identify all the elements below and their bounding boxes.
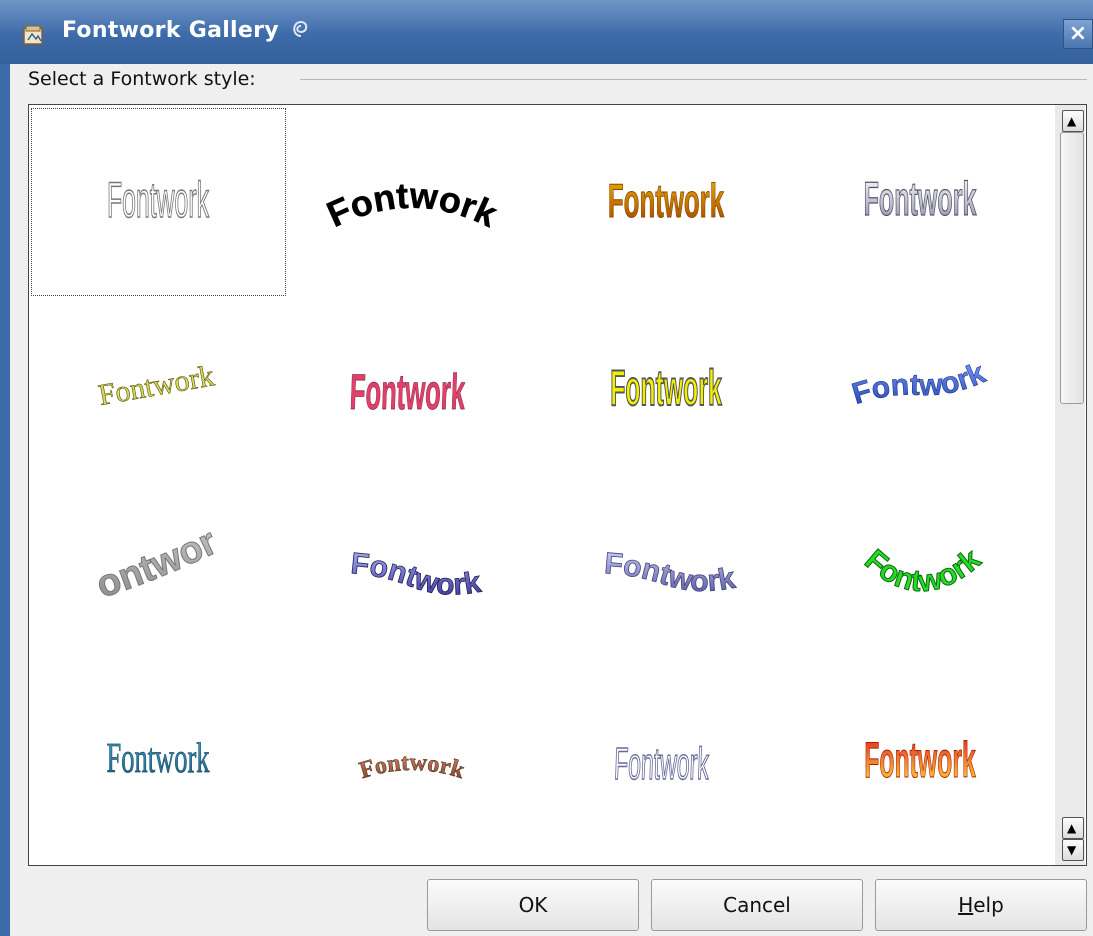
close-icon: × bbox=[1068, 21, 1088, 46]
fontwork-style-brown-arch[interactable]: Fontwork bbox=[286, 667, 539, 853]
fontwork-sample-text: Fontwork bbox=[848, 356, 990, 410]
fontwork-sample-text: Fontwork bbox=[357, 750, 468, 785]
fontwork-preview-silver-3d: Fontwork bbox=[863, 173, 977, 227]
cancel-button-label: Cancel bbox=[723, 893, 791, 917]
fontwork-sample-text: Fontwork bbox=[32, 481, 223, 607]
fontwork-sample-text: Fontwork bbox=[603, 547, 738, 598]
fontwork-preview-teal-serif: Fontwork bbox=[106, 733, 210, 782]
fontwork-sample-text: Fontwork bbox=[864, 733, 976, 789]
fontwork-preview-gold-gradient: Fontwork bbox=[608, 174, 725, 228]
window-title: Fontwork Gallery bbox=[62, 18, 279, 43]
fontwork-preview-arch-black: Fontwork bbox=[320, 174, 505, 235]
scroll-down-button[interactable]: ▼ bbox=[1062, 839, 1084, 861]
fontwork-style-green-arc[interactable]: Fontwork bbox=[794, 481, 1047, 667]
fontwork-sample-text: Fontwork bbox=[349, 547, 483, 602]
fontwork-style-pink-perspective[interactable]: Fontwork bbox=[286, 295, 539, 481]
fontwork-style-blue-wave[interactable]: Fontwork bbox=[794, 295, 1047, 481]
fontwork-style-silver-3d[interactable]: Fontwork bbox=[794, 109, 1047, 295]
fontwork-style-violet-wave[interactable]: Fontwork bbox=[286, 481, 539, 667]
window-frame-edge bbox=[0, 64, 10, 936]
help-button[interactable]: Help bbox=[875, 879, 1087, 931]
fontwork-preview-green-arc: Fontwork bbox=[858, 542, 988, 600]
fontwork-style-grey-extrude[interactable]: Fontwork bbox=[32, 481, 285, 667]
fontwork-preview-outline-plain: Fontwork bbox=[106, 172, 209, 229]
fontwork-sample-text: Fontwork bbox=[349, 365, 467, 420]
fontwork-style-lavender-outline[interactable]: Fontwork bbox=[540, 667, 793, 853]
fontwork-style-fire-gradient[interactable]: Fontwork bbox=[794, 667, 1047, 853]
fontwork-style-slanted-serif[interactable]: Fontwork bbox=[32, 295, 285, 481]
fontwork-style-yellow-3d[interactable]: Fontwork bbox=[540, 295, 793, 481]
scroll-down-icon: ▼ bbox=[1067, 843, 1077, 857]
cancel-button[interactable]: Cancel bbox=[651, 879, 863, 931]
gallery-app-icon bbox=[23, 25, 43, 45]
fontwork-preview-violet-wave: Fontwork bbox=[349, 547, 484, 603]
fontwork-style-outline-plain[interactable]: Fontwork bbox=[31, 108, 286, 296]
fontwork-style-arch-black[interactable]: Fontwork bbox=[286, 109, 539, 295]
fontwork-preview-brown-arch: Fontwork bbox=[356, 749, 468, 785]
fontwork-style-lavender-shadow[interactable]: Fontwork bbox=[540, 481, 793, 667]
fontwork-sample-text: Fontwork bbox=[608, 175, 725, 228]
fontwork-style-gold-gradient[interactable]: Fontwork bbox=[540, 109, 793, 295]
fontwork-sample-text: Fontwork bbox=[864, 174, 977, 227]
fontwork-preview-pink-perspective: Fontwork bbox=[349, 365, 467, 421]
fontwork-preview-lavender-shadow: Fontwork bbox=[603, 547, 739, 599]
fontwork-sample-text: Fontwork bbox=[96, 359, 217, 412]
scroll-up-icon: ▲ bbox=[1067, 114, 1077, 128]
fontwork-preview-slanted-serif: Fontwork bbox=[96, 359, 217, 412]
fontwork-preview-blue-wave: Fontwork bbox=[848, 356, 991, 411]
fontwork-sample-text: Fontwork bbox=[613, 739, 710, 789]
label-separator bbox=[300, 79, 1087, 80]
scroll-up-button-lower[interactable]: ▲ bbox=[1062, 817, 1084, 839]
ok-button-label: OK bbox=[518, 893, 548, 917]
fontwork-preview-lavender-outline: Fontwork bbox=[613, 738, 711, 789]
fontwork-sample-text: Fontwork bbox=[106, 734, 209, 782]
fontwork-style-grid[interactable]: Fontwork Fontwork Fontwork Fontwork Fontwork… bbox=[28, 104, 1087, 866]
scroll-up-lower-icon: ▲ bbox=[1067, 821, 1077, 835]
help-mnemonic: H bbox=[958, 893, 974, 917]
fontwork-sample-text: Fontwork bbox=[858, 543, 987, 600]
fontwork-sample-text: Fontwork bbox=[321, 174, 505, 235]
fontwork-preview-yellow-3d: Fontwork bbox=[610, 360, 723, 417]
scroll-up-button[interactable]: ▲ bbox=[1062, 110, 1084, 132]
ok-button[interactable]: OK bbox=[427, 879, 639, 931]
fontwork-sample-text: Fontwork bbox=[610, 361, 722, 417]
help-button-label: elp bbox=[973, 893, 1004, 917]
swirl-icon bbox=[293, 20, 308, 37]
fontwork-style-teal-serif[interactable]: Fontwork bbox=[32, 667, 285, 853]
fontwork-preview-fire-gradient: Fontwork bbox=[864, 732, 976, 789]
fontwork-gallery-dialog: Fontwork Gallery × Select a Fontwork sty… bbox=[0, 0, 1093, 936]
scroll-thumb[interactable] bbox=[1060, 132, 1084, 404]
title-bar[interactable]: Fontwork Gallery × bbox=[0, 0, 1093, 64]
close-button[interactable]: × bbox=[1063, 19, 1093, 49]
fontwork-sample-text: Fontwork bbox=[107, 173, 209, 229]
fontwork-preview-grey-extrude: Fontwork bbox=[32, 481, 224, 607]
select-style-label: Select a Fontwork style: bbox=[28, 68, 262, 90]
